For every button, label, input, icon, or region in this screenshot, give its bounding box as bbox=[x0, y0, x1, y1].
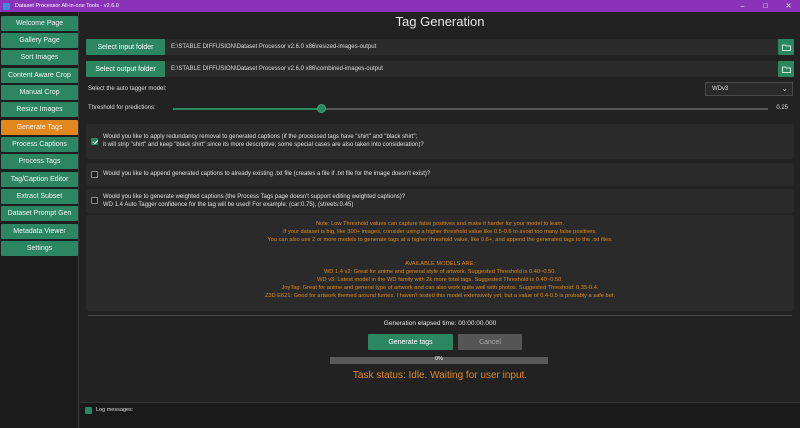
divider bbox=[88, 315, 792, 316]
threshold-slider[interactable] bbox=[173, 104, 768, 113]
select-input-folder-button[interactable]: Select input folder bbox=[86, 39, 165, 55]
task-status: Task status: Idle. Waiting for user inpu… bbox=[352, 370, 528, 381]
folder-icon bbox=[781, 44, 791, 51]
maximize-icon[interactable]: □ bbox=[754, 0, 777, 12]
model-info-box: Note: Low Threshold values can capture f… bbox=[86, 215, 794, 311]
append-captions-checkbox[interactable] bbox=[91, 171, 98, 178]
sidebar-item-welcome-page[interactable]: Welcome Page bbox=[1, 16, 78, 31]
append-captions-text: Would you like to append generated capti… bbox=[103, 171, 431, 177]
close-icon[interactable]: ✕ bbox=[777, 0, 800, 12]
model-select-value: WDv3 bbox=[712, 86, 729, 92]
minimize-icon[interactable]: – bbox=[731, 0, 754, 12]
output-folder-row: Select output folder E:\STABLE DIFFUSION… bbox=[86, 61, 794, 77]
option-text-line: Would you like to generate weighted capt… bbox=[103, 194, 406, 200]
app-icon bbox=[3, 2, 10, 10]
redundancy-removal-checkbox[interactable] bbox=[91, 138, 98, 145]
sidebar-item-tag-caption-editor[interactable]: Tag/Caption Editor bbox=[1, 172, 78, 187]
sidebar-item-process-captions[interactable]: Process Captions bbox=[1, 137, 78, 152]
redundancy-removal-text: Would you like to apply redundancy remov… bbox=[103, 133, 424, 149]
sidebar-item-settings[interactable]: Settings bbox=[1, 241, 78, 256]
info-line: WD 1.4 v2: Great for anime and general s… bbox=[323, 269, 557, 275]
sidebar-item-content-aware-crop[interactable]: Content Aware Crop bbox=[1, 68, 78, 83]
threshold-value: 0.25 bbox=[776, 105, 788, 111]
window-title: Dataset Processor All-in-one Tools - v2.… bbox=[15, 3, 119, 9]
threshold-slider-fill bbox=[173, 108, 322, 110]
log-panel: Log messages: bbox=[80, 402, 800, 428]
open-output-folder-button[interactable] bbox=[778, 61, 794, 77]
sidebar-item-gallery-page[interactable]: Gallery Page bbox=[1, 33, 78, 48]
folder-icon bbox=[781, 66, 791, 73]
option-text-line: WD 1.4 Auto Tagger confidence for the ta… bbox=[103, 202, 354, 208]
info-line: You can also use 2 or more models to gen… bbox=[267, 237, 613, 243]
info-line: Z3D E621: Good for artwork themed around… bbox=[264, 293, 616, 299]
info-line bbox=[86, 244, 794, 252]
progress-label: 0% bbox=[435, 356, 443, 362]
info-line: Note: Low Threshold values can capture f… bbox=[315, 221, 565, 227]
window-titlebar: Dataset Processor All-in-one Tools - v2.… bbox=[0, 0, 800, 12]
redundancy-removal-option: Would you like to apply redundancy remov… bbox=[86, 124, 794, 159]
log-toggle-icon[interactable] bbox=[85, 407, 92, 414]
model-select-label: Select the auto tagger model: bbox=[88, 86, 167, 92]
sidebar: Welcome Page Gallery Page Sort Images Co… bbox=[0, 12, 79, 428]
window-controls: – □ ✕ bbox=[731, 0, 800, 12]
append-captions-option: Would you like to append generated capti… bbox=[86, 163, 794, 186]
info-line: AVAILABLE MODELS ARE: bbox=[405, 261, 475, 267]
generate-tags-button[interactable]: Generate tags bbox=[368, 334, 453, 350]
model-select[interactable]: WDv3 ⌄ bbox=[705, 82, 793, 96]
cancel-button[interactable]: Cancel bbox=[458, 334, 522, 350]
input-folder-row: Select input folder E:\STABLE DIFFUSION\… bbox=[86, 39, 794, 55]
weighted-captions-text: Would you like to generate weighted capt… bbox=[103, 193, 405, 209]
sidebar-item-resize-images[interactable]: Resize Images bbox=[1, 102, 78, 117]
page-title: Tag Generation bbox=[395, 14, 485, 29]
threshold-slider-thumb[interactable] bbox=[317, 104, 327, 113]
sidebar-item-extract-subset[interactable]: Extract Subset bbox=[1, 189, 78, 204]
info-line bbox=[86, 252, 794, 260]
info-line: JoyTag: Great for anime and general type… bbox=[281, 285, 599, 291]
input-folder-path: E:\STABLE DIFFUSION\Dataset Processor v2… bbox=[171, 44, 377, 50]
log-label: Log messages: bbox=[96, 407, 134, 413]
weighted-captions-checkbox[interactable] bbox=[91, 197, 98, 204]
threshold-label: Threshold for predictions: bbox=[88, 105, 156, 111]
sidebar-item-sort-images[interactable]: Sort Images bbox=[1, 50, 78, 65]
sidebar-item-metadata-viewer[interactable]: Metadata Viewer bbox=[1, 224, 78, 239]
info-line: WD v3: Latest model in the WD family wit… bbox=[317, 277, 563, 283]
sidebar-item-manual-crop[interactable]: Manual Crop bbox=[1, 85, 78, 100]
select-output-folder-button[interactable]: Select output folder bbox=[86, 61, 165, 77]
main-panel: Tag Generation Select input folder E:\ST… bbox=[80, 12, 800, 428]
elapsed-time: Generation elapsed time: 00:00:00.000 bbox=[383, 320, 497, 327]
progress-bar: 0% bbox=[330, 356, 548, 364]
option-text-line: it will strip "shirt" and keep "black sh… bbox=[103, 142, 424, 148]
chevron-down-icon: ⌄ bbox=[781, 84, 788, 93]
open-input-folder-button[interactable] bbox=[778, 39, 794, 55]
sidebar-item-generate-tags[interactable]: Generate Tags bbox=[1, 120, 78, 135]
sidebar-item-process-tags[interactable]: Process Tags bbox=[1, 154, 78, 169]
output-folder-path: E:\STABLE DIFFUSION\Dataset Processor v2… bbox=[171, 66, 383, 72]
sidebar-item-dataset-prompt-gen[interactable]: Dataset Prompt Gen bbox=[1, 206, 78, 221]
weighted-captions-option: Would you like to generate weighted capt… bbox=[86, 189, 794, 213]
option-text-line: Would you like to apply redundancy remov… bbox=[103, 134, 418, 140]
info-line: If your dataset is big, like 300+ images… bbox=[283, 229, 597, 235]
